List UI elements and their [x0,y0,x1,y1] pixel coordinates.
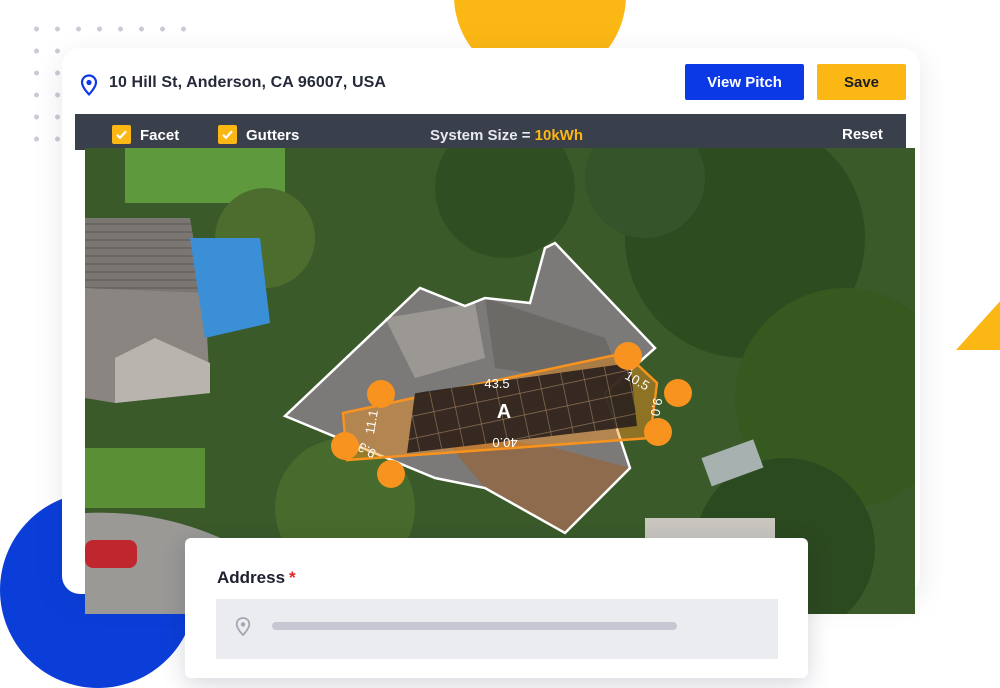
address-placeholder-bar [272,622,677,630]
map-toolbar: Facet Gutters System Size = 10kWh Reset [75,114,906,150]
save-button[interactable]: Save [817,64,906,100]
vertex-handle[interactable] [644,418,672,446]
gutters-label: Gutters [246,127,300,144]
top-edge-length: 43.5 [484,376,509,391]
roof-designer-card: 10 Hill St, Anderson, CA 96007, USA View… [62,48,920,614]
right-edge-length: 9.0 [648,397,666,417]
address-text: 10 Hill St, Anderson, CA 96007, USA [109,74,387,91]
checkmark-icon [222,130,233,140]
view-pitch-button[interactable]: View Pitch [685,64,804,100]
gutters-checkbox[interactable] [218,125,237,144]
vertex-handle[interactable] [331,432,359,460]
car [85,540,137,568]
system-size-label: System Size = [430,127,531,144]
reset-button[interactable]: Reset [842,126,883,143]
vertex-handle[interactable] [367,380,395,408]
checkmark-icon [116,130,127,140]
required-marker: * [289,568,296,587]
address-input[interactable] [216,599,778,659]
vertex-handle[interactable] [377,460,405,488]
location-pin-icon [80,74,98,96]
address-form-card: Address * [185,538,808,678]
address-bar: 10 Hill St, Anderson, CA 96007, USA View… [62,48,920,114]
vertex-handle[interactable] [614,342,642,370]
bottom-edge-length: 40.0 [492,435,517,450]
vertex-handle[interactable] [664,379,692,407]
facet-letter: A [497,401,511,423]
facet-label: Facet [140,127,180,144]
facet-checkbox[interactable] [112,125,131,144]
address-label-text: Address [217,568,286,587]
address-label: Address * [217,568,296,588]
yellow-triangle-decoration [956,288,1000,350]
system-size-value: 10kWh [534,127,584,144]
system-size: System Size = 10kWh [430,127,583,144]
location-pin-icon [234,616,252,643]
